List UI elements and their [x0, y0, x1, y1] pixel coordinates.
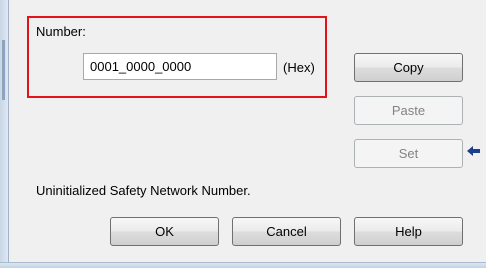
number-input[interactable]	[83, 53, 277, 80]
number-label: Number:	[36, 24, 86, 39]
set-button-label: Set	[398, 146, 419, 161]
status-message: Uninitialized Safety Network Number.	[36, 183, 251, 198]
copy-button-label: Copy	[393, 60, 424, 75]
hex-unit-label: (Hex)	[283, 60, 315, 75]
help-button[interactable]: Help	[354, 217, 463, 246]
window-bottom-frame	[0, 262, 486, 268]
paste-button[interactable]: Paste	[354, 96, 463, 125]
safety-network-number-dialog: Number: (Hex) Copy Paste Set Uninitializ…	[0, 0, 486, 268]
copy-button[interactable]: Copy	[354, 53, 463, 82]
cancel-button[interactable]: Cancel	[232, 217, 341, 246]
paste-button-label: Paste	[391, 103, 426, 118]
window-frame-mark	[2, 40, 5, 100]
left-arrow-icon	[467, 146, 480, 156]
set-button[interactable]: Set	[354, 139, 463, 168]
ok-button-label: OK	[155, 224, 174, 239]
help-button-label: Help	[395, 224, 422, 239]
window-left-frame	[0, 0, 9, 268]
cancel-button-label: Cancel	[266, 224, 307, 239]
ok-button[interactable]: OK	[110, 217, 219, 246]
